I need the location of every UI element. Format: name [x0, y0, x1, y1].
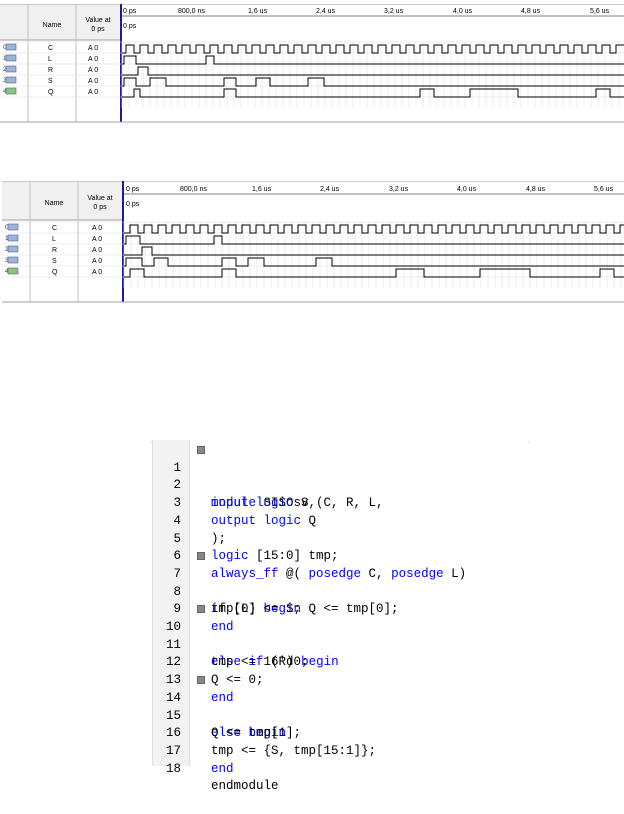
- name-header: Name: [45, 200, 64, 207]
- code-text: endmodule: [211, 779, 279, 794]
- line-number: 18: [165, 761, 181, 776]
- input-pin-icon: [5, 43, 17, 51]
- time-label: 5,6 us: [594, 186, 614, 193]
- fold-toggle-icon[interactable]: [197, 605, 205, 614]
- code-line[interactable]: 5 logic [15:0] tmp;: [153, 513, 528, 564]
- signal-value: A 0: [88, 89, 98, 96]
- code-line[interactable]: 18 endmodule: [153, 743, 528, 794]
- input-pin-icon: [7, 234, 19, 242]
- input-pin-icon: [5, 65, 17, 73]
- code-line[interactable]: 4 );: [153, 495, 528, 546]
- value-header-line2: 0 ps: [93, 204, 107, 211]
- waveform-panel-1: Name Value at 0 ps 0 ps 800,0 ns 1,6 us …: [0, 4, 624, 124]
- code-line[interactable]: 16 tmp <= {S, tmp[15:1]};: [153, 708, 528, 758]
- time-label: 4,8 us: [521, 8, 541, 15]
- signal-name: Q: [48, 89, 54, 96]
- output-pin-icon: [7, 267, 19, 275]
- time-label: 2,4 us: [316, 8, 336, 15]
- signal-value: A 0: [92, 225, 102, 232]
- signal-value: A 0: [88, 56, 98, 63]
- signal-value: A 0: [92, 258, 102, 265]
- signal-name: L: [52, 236, 56, 243]
- signal-name: C: [52, 225, 57, 232]
- signal-value: A 0: [88, 67, 98, 74]
- time-label: 800,0 ns: [178, 8, 205, 15]
- signal-value: A 0: [92, 269, 102, 276]
- input-pin-icon: [7, 223, 19, 231]
- signal-value: A 0: [88, 78, 98, 85]
- time-label: 800,0 ns: [180, 186, 207, 193]
- time-label: 1,6 us: [248, 8, 268, 15]
- waveform-panel-2: Name Value at 0 ps 0 ps 800,0 ns 1,6 us …: [2, 181, 624, 305]
- time-label: 3,2 us: [384, 8, 404, 15]
- output-pin-icon: [5, 87, 17, 95]
- time-label: 0 ps: [123, 8, 137, 15]
- code-line[interactable]: 17 end: [153, 725, 528, 776]
- time-label: 1,6 us: [252, 186, 272, 193]
- code-line[interactable]: 7 if (L) begin: [153, 548, 528, 616]
- signal-name: R: [52, 247, 57, 254]
- fold-toggle-icon[interactable]: [197, 676, 205, 685]
- time-label: 4,0 us: [453, 8, 473, 15]
- input-pin-icon: [7, 256, 19, 264]
- fold-toggle-icon[interactable]: [197, 446, 205, 454]
- input-pin-icon: [5, 54, 17, 62]
- time-label: 0 ps: [126, 186, 140, 193]
- value-header-line2: 0 ps: [91, 26, 105, 33]
- code-line[interactable]: 11 tmp <= 16'd0;: [153, 619, 528, 670]
- code-line[interactable]: 8 tmp[0] <= S; Q <= tmp[0];: [153, 566, 528, 617]
- code-line[interactable]: 12 Q <= 0;: [153, 637, 528, 687]
- signal-name: L: [48, 56, 52, 63]
- signal-value: A 0: [92, 236, 102, 243]
- time-label: 4,0 us: [457, 186, 477, 193]
- signal-value: A 0: [92, 247, 102, 254]
- signal-name: Q: [52, 269, 58, 276]
- code-editor[interactable]: 1 module SISOsv ( 2 input logic S, C, R,…: [152, 440, 528, 794]
- name-header: Name: [43, 22, 62, 29]
- time-label: 3,2 us: [389, 186, 409, 193]
- signal-name: S: [48, 78, 53, 85]
- code-line[interactable]: 14 else begin: [153, 672, 528, 740]
- cursor-label: 0 ps: [123, 23, 137, 30]
- time-label: 4,8 us: [526, 186, 546, 193]
- signal-name: R: [48, 67, 53, 74]
- code-line[interactable]: 1 module SISOsv (: [153, 442, 528, 510]
- code-line[interactable]: 13 end: [153, 654, 528, 705]
- code-line[interactable]: 3 output logic Q: [153, 477, 528, 528]
- input-pin-icon: [7, 245, 19, 253]
- code-line[interactable]: 9 end: [153, 584, 528, 634]
- cursor-label: 0 ps: [126, 201, 140, 208]
- value-header-line1: Value at: [87, 195, 112, 202]
- code-line[interactable]: 10 else if (R) begin: [153, 601, 528, 669]
- time-label: 5,6 us: [590, 8, 610, 15]
- signal-value: A 0: [88, 45, 98, 52]
- keyword: end: [211, 761, 234, 776]
- code-line[interactable]: 15 Q <= tmp[1];: [153, 690, 528, 741]
- input-pin-icon: [5, 76, 17, 84]
- code-line[interactable]: 2 input logic S, C, R, L,: [153, 460, 528, 510]
- signal-name: S: [52, 258, 57, 265]
- code-line[interactable]: 6 always_ff @( posedge C, posedge L): [153, 531, 528, 581]
- signal-name: C: [48, 45, 53, 52]
- time-label: 2,4 us: [320, 186, 340, 193]
- fold-toggle-icon[interactable]: [197, 552, 205, 561]
- value-header-line1: Value at: [85, 17, 110, 24]
